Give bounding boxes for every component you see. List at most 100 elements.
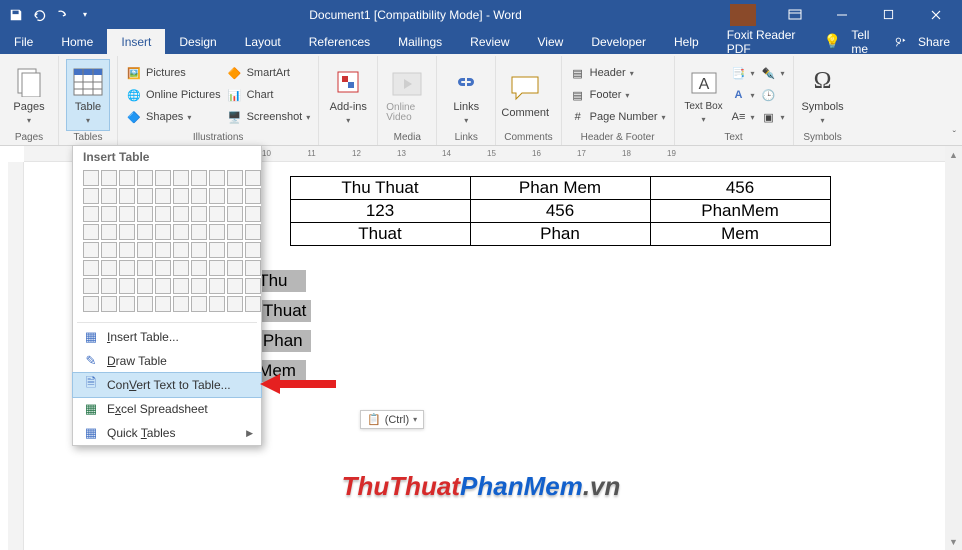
online-video-button[interactable]: Online Video — [386, 60, 428, 130]
screenshot-button[interactable]: 🖥️Screenshot▾ — [227, 107, 311, 127]
tab-references[interactable]: References — [295, 29, 384, 54]
grid-cell[interactable] — [209, 242, 225, 258]
grid-cell[interactable] — [227, 170, 243, 186]
grid-cell[interactable] — [119, 224, 135, 240]
quick-tables-menuitem[interactable]: ▦ Quick Tables ▶ — [73, 421, 261, 445]
convert-text-to-table-menuitem[interactable]: 🗎 ConVert Text to Table... — [73, 373, 261, 397]
tab-home[interactable]: Home — [47, 29, 107, 54]
grid-cell[interactable] — [173, 170, 189, 186]
grid-cell[interactable] — [191, 296, 207, 312]
grid-cell[interactable] — [245, 224, 261, 240]
tab-mailings[interactable]: Mailings — [384, 29, 456, 54]
grid-cell[interactable] — [173, 278, 189, 294]
undo-icon[interactable] — [31, 7, 47, 23]
redo-icon[interactable] — [54, 7, 70, 23]
excel-spreadsheet-menuitem[interactable]: ▦ Excel Spreadsheet — [73, 397, 261, 421]
symbols-button[interactable]: ΩSymbols▾ — [802, 60, 844, 130]
grid-cell[interactable] — [173, 260, 189, 276]
grid-cell[interactable] — [209, 188, 225, 204]
grid-cell[interactable] — [209, 170, 225, 186]
grid-cell[interactable] — [83, 170, 99, 186]
grid-cell[interactable] — [245, 278, 261, 294]
table-grid-picker[interactable] — [73, 170, 261, 320]
grid-cell[interactable] — [209, 206, 225, 222]
grid-cell[interactable] — [173, 242, 189, 258]
smartart-button[interactable]: 🔶SmartArt — [227, 63, 311, 83]
grid-cell[interactable] — [83, 224, 99, 240]
grid-cell[interactable] — [191, 260, 207, 276]
grid-cell[interactable] — [101, 188, 117, 204]
ribbon-display-options-icon[interactable] — [772, 0, 817, 29]
grid-cell[interactable] — [137, 296, 153, 312]
textbox-button[interactable]: AText Box▾ — [683, 60, 725, 130]
grid-cell[interactable] — [101, 296, 117, 312]
grid-cell[interactable] — [227, 188, 243, 204]
grid-cell[interactable] — [227, 296, 243, 312]
header-button[interactable]: ▤Header▾ — [570, 63, 666, 83]
grid-cell[interactable] — [155, 188, 171, 204]
grid-cell[interactable] — [137, 224, 153, 240]
datetime-button[interactable]: 🕒 — [761, 85, 785, 105]
draw-table-menuitem[interactable]: ✎ Draw Table — [73, 349, 261, 373]
object-button[interactable]: ▣▾ — [761, 107, 785, 127]
addins-button[interactable]: Add-ins▾ — [327, 60, 369, 130]
grid-cell[interactable] — [209, 278, 225, 294]
tab-review[interactable]: Review — [456, 29, 523, 54]
grid-cell[interactable] — [119, 206, 135, 222]
grid-cell[interactable] — [191, 188, 207, 204]
table-button[interactable]: Table▾ — [67, 60, 109, 130]
grid-cell[interactable] — [245, 260, 261, 276]
footer-button[interactable]: ▤Footer▾ — [570, 85, 666, 105]
grid-cell[interactable] — [137, 206, 153, 222]
grid-cell[interactable] — [83, 260, 99, 276]
grid-cell[interactable] — [137, 260, 153, 276]
tab-developer[interactable]: Developer — [577, 29, 660, 54]
shapes-button[interactable]: 🔷Shapes▾ — [126, 107, 221, 127]
grid-cell[interactable] — [191, 170, 207, 186]
vertical-scrollbar[interactable]: ▲ ▼ — [945, 146, 962, 550]
scroll-up-icon[interactable]: ▲ — [945, 146, 962, 163]
grid-cell[interactable] — [101, 170, 117, 186]
wordart-button[interactable]: A▾ — [731, 85, 755, 105]
page-number-button[interactable]: #Page Number▾ — [570, 107, 666, 127]
tellme-icon[interactable]: 💡 — [824, 33, 841, 50]
tab-insert[interactable]: Insert — [107, 29, 165, 54]
grid-cell[interactable] — [191, 206, 207, 222]
grid-cell[interactable] — [155, 224, 171, 240]
grid-cell[interactable] — [245, 188, 261, 204]
tab-foxit[interactable]: Foxit Reader PDF — [713, 29, 824, 54]
grid-cell[interactable] — [137, 170, 153, 186]
grid-cell[interactable] — [101, 242, 117, 258]
grid-cell[interactable] — [83, 206, 99, 222]
grid-cell[interactable] — [227, 278, 243, 294]
links-button[interactable]: Links▾ — [445, 60, 487, 130]
grid-cell[interactable] — [83, 296, 99, 312]
grid-cell[interactable] — [83, 242, 99, 258]
tab-layout[interactable]: Layout — [231, 29, 295, 54]
grid-cell[interactable] — [227, 206, 243, 222]
grid-cell[interactable] — [137, 278, 153, 294]
grid-cell[interactable] — [119, 170, 135, 186]
tab-help[interactable]: Help — [660, 29, 713, 54]
grid-cell[interactable] — [227, 242, 243, 258]
collapse-ribbon-icon[interactable]: ˇ — [953, 130, 956, 141]
maximize-button[interactable] — [866, 0, 911, 29]
grid-cell[interactable] — [137, 188, 153, 204]
grid-cell[interactable] — [101, 224, 117, 240]
grid-cell[interactable] — [101, 260, 117, 276]
grid-cell[interactable] — [155, 206, 171, 222]
pages-button[interactable]: Pages▾ — [8, 60, 50, 130]
share-icon[interactable] — [894, 35, 908, 49]
grid-cell[interactable] — [173, 188, 189, 204]
grid-cell[interactable] — [119, 188, 135, 204]
grid-cell[interactable] — [83, 278, 99, 294]
grid-cell[interactable] — [227, 224, 243, 240]
signature-button[interactable]: ✒️▾ — [761, 63, 785, 83]
tellme-label[interactable]: Tell me — [851, 28, 870, 56]
grid-cell[interactable] — [83, 188, 99, 204]
minimize-button[interactable] — [819, 0, 864, 29]
grid-cell[interactable] — [155, 296, 171, 312]
tab-file[interactable]: File — [0, 29, 47, 54]
grid-cell[interactable] — [191, 224, 207, 240]
scroll-down-icon[interactable]: ▼ — [945, 533, 962, 550]
